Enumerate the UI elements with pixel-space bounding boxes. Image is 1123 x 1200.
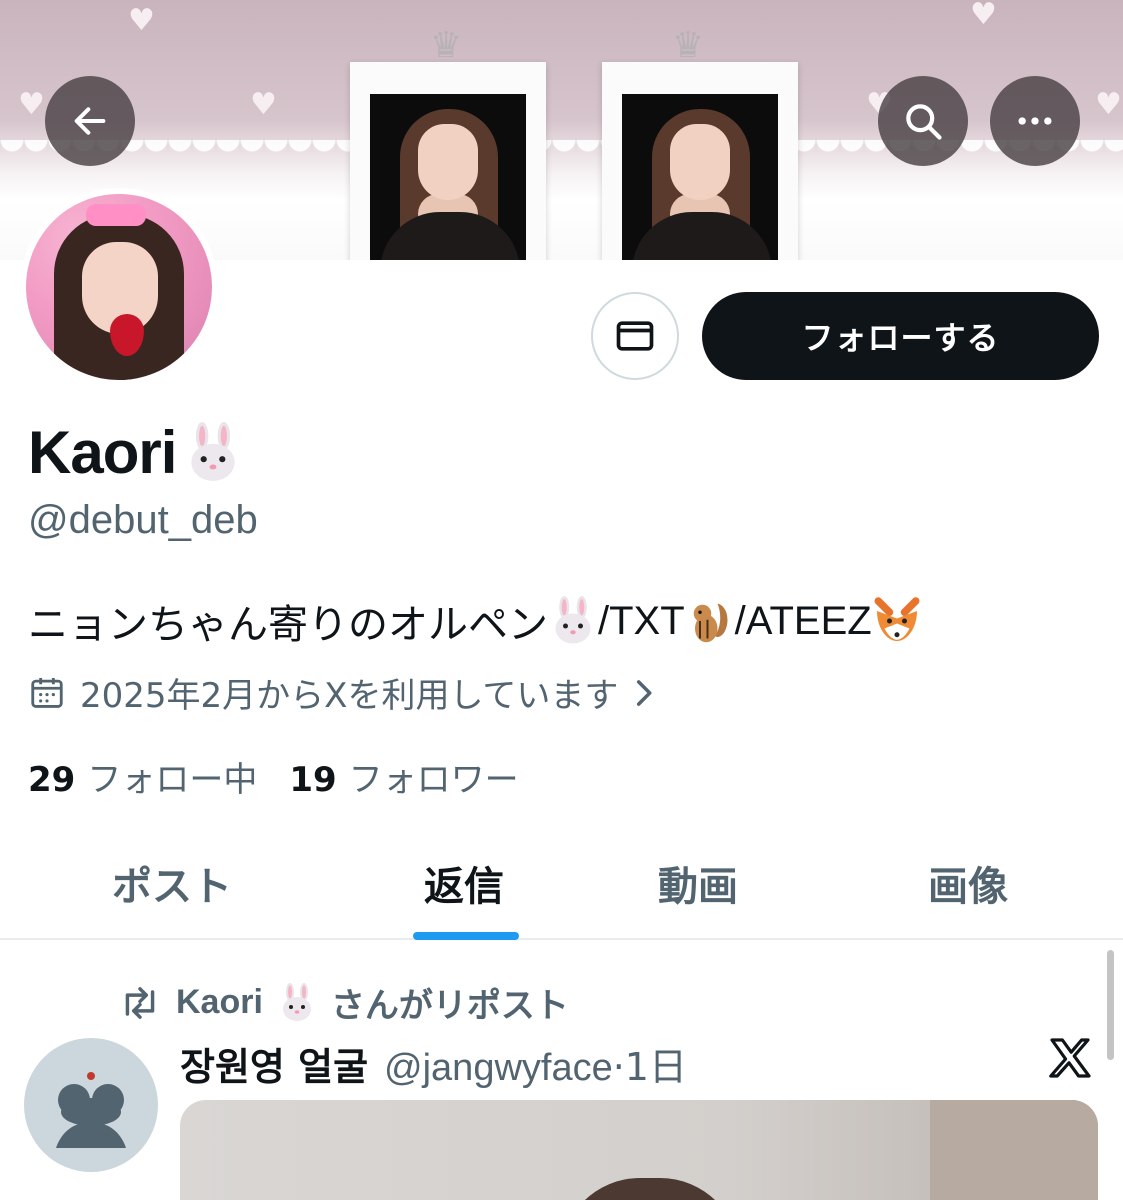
chevron-right-icon: [637, 679, 652, 706]
heart-decoration: ♥: [970, 0, 997, 32]
portrait-photo: [370, 94, 526, 260]
heart-decoration: ♥: [128, 3, 155, 38]
rabbit-face-emoji: [182, 421, 244, 484]
tab-replies[interactable]: 返信: [424, 854, 504, 912]
repost-user-name: Kaori: [176, 983, 263, 1021]
avatar-image: [26, 194, 212, 380]
x-logo-icon[interactable]: [1046, 1034, 1094, 1082]
bio-text: /ATEEZ: [734, 598, 872, 643]
search-icon: [906, 104, 942, 140]
calendar-icon: [31, 677, 63, 708]
message-button[interactable]: [591, 292, 679, 380]
more-button[interactable]: [990, 76, 1080, 166]
photo-frame: [602, 62, 798, 260]
following-link[interactable]: 29 フォロー中: [28, 752, 257, 801]
profile-bio: ニョンちゃん寄りのオルペン /TXT /ATEEZ: [28, 592, 922, 650]
post-header: 장원영 얼굴 @jangwyface ·1日: [180, 1036, 687, 1091]
default-avatar-icon: [56, 1072, 126, 1148]
fox-face-emoji: [872, 596, 922, 646]
tiara-decoration: ♛: [429, 25, 463, 66]
rabbit-face-emoji: [277, 982, 317, 1023]
tab-images[interactable]: 画像: [928, 854, 1008, 912]
envelope-icon: [616, 321, 654, 351]
post-media-image[interactable]: [180, 1100, 1098, 1200]
bio-text: /TXT: [598, 598, 685, 643]
heart-decoration: ♥: [1095, 87, 1122, 122]
joined-date-row[interactable]: 2025年2月からXを利用しています: [28, 668, 658, 717]
profile-tabs: ポスト 返信 動画 画像: [0, 820, 1123, 940]
repost-context[interactable]: Kaori さんがリポスト: [118, 978, 569, 1027]
post-author-avatar[interactable]: [24, 1038, 158, 1172]
following-label: フォロー中: [87, 760, 258, 800]
joined-date: 2025年2月からXを利用しています: [80, 676, 619, 716]
display-name: Kaori: [28, 419, 177, 486]
profile-avatar[interactable]: [20, 188, 218, 386]
tab-videos[interactable]: 動画: [658, 854, 738, 912]
photo-frame: [350, 62, 546, 260]
post-author-name[interactable]: 장원영 얼굴: [180, 1036, 368, 1091]
user-handle: @debut_deb: [28, 498, 258, 542]
more-horizontal-icon: [1018, 117, 1052, 125]
followers-count: 19: [289, 760, 337, 800]
bio-text: ニョンちゃん寄りのオルペン: [28, 602, 548, 648]
back-button[interactable]: [45, 76, 135, 166]
followers-label: フォロワー: [348, 760, 519, 800]
search-button[interactable]: [878, 76, 968, 166]
heart-decoration: ♥: [250, 87, 277, 122]
scrollbar[interactable]: [1107, 950, 1114, 1060]
rabbit-face-emoji: [548, 596, 598, 646]
follow-button[interactable]: フォローする: [702, 292, 1099, 380]
active-tab-indicator: [413, 932, 519, 940]
repost-icon: [125, 986, 155, 1019]
tab-posts[interactable]: ポスト: [112, 854, 232, 912]
followers-link[interactable]: 19 フォロワー: [289, 752, 518, 801]
display-name-row: Kaori: [28, 418, 244, 487]
repost-suffix: さんがリポスト: [330, 986, 569, 1026]
chipmunk-emoji: [685, 596, 735, 646]
heart-decoration: ♥: [18, 87, 45, 122]
following-count: 29: [28, 760, 76, 800]
portrait-photo: [622, 94, 778, 260]
tiara-decoration: ♛: [671, 25, 705, 66]
arrow-left-icon: [74, 107, 106, 135]
follow-stats: 29 フォロー中 19 フォロワー: [28, 752, 519, 801]
post-timestamp[interactable]: ·1日: [613, 1036, 687, 1091]
post-author-handle[interactable]: @jangwyface: [384, 1047, 613, 1090]
